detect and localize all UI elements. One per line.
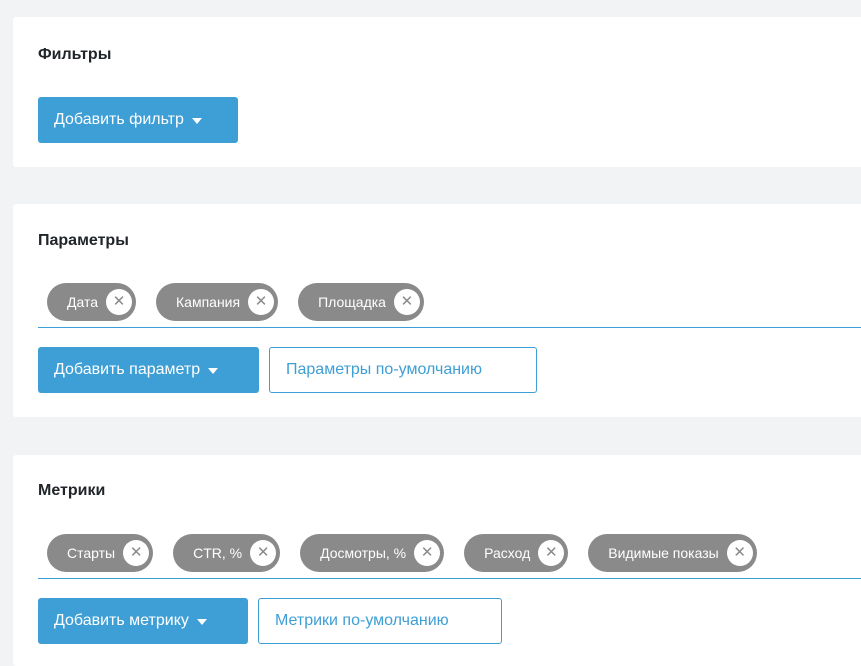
metrics-card: Метрики Старты ✕ CTR, % ✕ Досмотры, % ✕ … bbox=[13, 455, 861, 666]
tag-chip: Видимые показы ✕ bbox=[588, 533, 757, 572]
close-circle-icon[interactable]: ✕ bbox=[248, 288, 275, 315]
tag-chip: Дата ✕ bbox=[47, 282, 137, 321]
add-metric-label: Добавить метрику bbox=[54, 612, 189, 629]
parameters-tag-list[interactable]: Дата ✕ Кампания ✕ Площадка ✕ bbox=[38, 276, 861, 328]
parameters-card: Параметры Дата ✕ Кампания ✕ Площадка ✕ Д… bbox=[13, 204, 861, 417]
tag-label: Старты bbox=[67, 544, 116, 561]
metrics-tag-list[interactable]: Старты ✕ CTR, % ✕ Досмотры, % ✕ Расход ✕… bbox=[38, 527, 861, 579]
tag-chip: CTR, % ✕ bbox=[173, 533, 281, 572]
add-filter-button[interactable]: Добавить фильтр bbox=[38, 97, 238, 143]
add-metric-button[interactable]: Добавить метрику bbox=[38, 598, 248, 644]
filters-card: Фильтры Добавить фильтр bbox=[13, 17, 861, 167]
parameters-title: Параметры bbox=[38, 232, 129, 249]
filters-title: Фильтры bbox=[38, 46, 112, 63]
tag-chip: Кампания ✕ bbox=[156, 282, 279, 321]
caret-down-icon bbox=[208, 367, 219, 374]
tag-chip: Площадка ✕ bbox=[298, 282, 424, 321]
close-circle-icon[interactable]: ✕ bbox=[250, 539, 277, 566]
tag-label: Видимые показы bbox=[608, 544, 719, 561]
tag-chip: Расход ✕ bbox=[464, 533, 569, 572]
default-metrics-button[interactable]: Метрики по-умолчанию bbox=[258, 598, 502, 644]
report-settings-page: Фильтры Добавить фильтр Параметры Дата ✕… bbox=[0, 0, 861, 666]
default-metrics-label: Метрики по-умолчанию bbox=[275, 612, 449, 629]
close-circle-icon[interactable]: ✕ bbox=[726, 539, 753, 566]
metrics-title: Метрики bbox=[38, 482, 106, 499]
default-parameters-label: Параметры по-умолчанию bbox=[286, 361, 482, 378]
tag-label: Расход bbox=[484, 544, 531, 561]
add-parameter-label: Добавить параметр bbox=[54, 361, 201, 378]
tag-label: Площадка bbox=[318, 293, 386, 310]
tag-label: Досмотры, % bbox=[320, 544, 407, 561]
add-parameter-button[interactable]: Добавить параметр bbox=[38, 347, 259, 393]
close-circle-icon[interactable]: ✕ bbox=[123, 539, 150, 566]
tag-label: Кампания bbox=[176, 293, 241, 310]
close-circle-icon[interactable]: ✕ bbox=[393, 288, 420, 315]
default-parameters-button[interactable]: Параметры по-умолчанию bbox=[269, 347, 537, 393]
tag-chip: Старты ✕ bbox=[47, 533, 154, 572]
tag-label: Дата bbox=[67, 293, 99, 310]
caret-down-icon bbox=[196, 618, 207, 625]
tag-label: CTR, % bbox=[193, 544, 243, 561]
close-circle-icon[interactable]: ✕ bbox=[538, 539, 565, 566]
tag-chip: Досмотры, % ✕ bbox=[300, 533, 445, 572]
close-circle-icon[interactable]: ✕ bbox=[414, 539, 441, 566]
caret-down-icon bbox=[191, 117, 202, 124]
close-circle-icon[interactable]: ✕ bbox=[106, 288, 133, 315]
add-filter-label: Добавить фильтр bbox=[54, 111, 184, 128]
